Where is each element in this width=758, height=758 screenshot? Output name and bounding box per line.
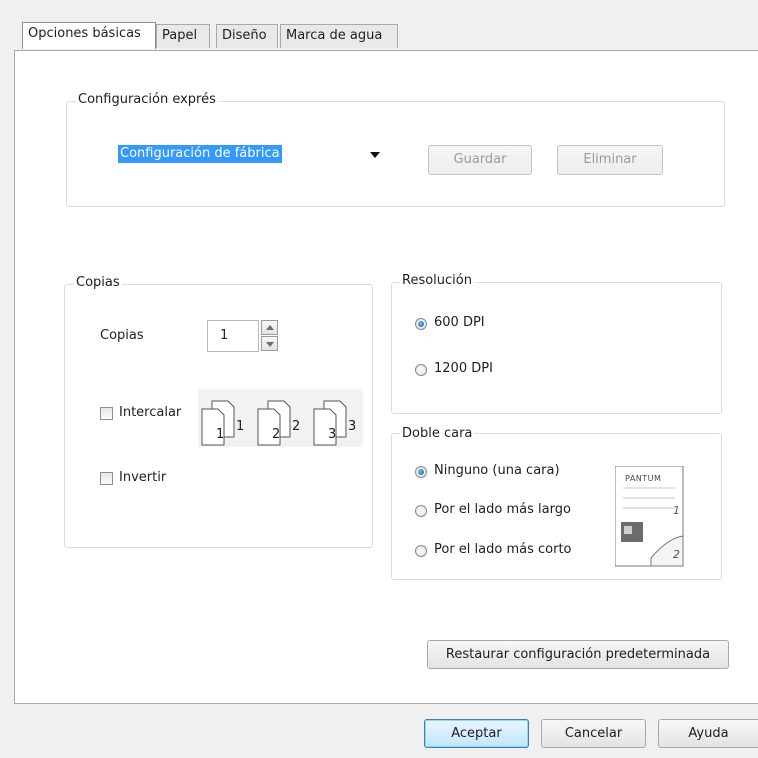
collate-page-label: 1 [216,427,225,442]
express-config-legend: Configuración exprés [76,92,218,107]
reverse-checkbox[interactable] [100,472,113,485]
collate-page-label: 2 [292,419,301,434]
stepper-up-button[interactable] [261,320,278,335]
collate-preview: 1 1 2 2 3 3 [198,389,363,447]
copies-count-value: 1 [220,328,229,343]
collate-page-label: 2 [272,427,281,442]
preview-page-number: 1 [673,504,680,517]
duplex-long-edge-label: Por el lado más largo [434,502,571,517]
preview-page-number: 2 [673,548,680,561]
duplex-preview: PANTUM 1 2 [615,466,685,568]
copies-stepper[interactable] [261,320,284,351]
resolution-legend: Resolución [400,273,474,288]
collate-checkbox[interactable] [100,407,113,420]
tab-label: Diseño [222,28,267,43]
duplex-none-label: Ninguno (una cara) [434,463,560,478]
copies-legend: Copias [74,275,122,290]
tab-label: Opciones básicas [28,26,141,41]
tab-layout[interactable]: Diseño [216,24,278,48]
preview-brand-logo: PANTUM [625,474,662,483]
tab-paper[interactable]: Papel [156,24,210,48]
collate-page-label: 3 [328,427,337,442]
ok-button[interactable]: Aceptar [424,719,529,748]
resolution-1200-radio[interactable] [415,364,427,376]
duplex-legend: Doble cara [400,426,475,441]
arrow-down-icon [266,342,274,347]
resolution-group [391,282,722,414]
save-button[interactable]: Guardar [428,145,532,175]
tab-watermark[interactable]: Marca de agua [280,24,398,48]
help-button[interactable]: Ayuda [658,719,758,748]
copies-count-label: Copias [100,328,144,343]
tab-bar: Opciones básicas Papel Diseño Marca de a… [22,22,758,51]
duplex-short-edge-label: Por el lado más corto [434,542,572,557]
resolution-600-label: 600 DPI [434,315,485,330]
resolution-1200-label: 1200 DPI [434,361,493,376]
stepper-down-button[interactable] [261,336,278,351]
collate-page-label: 3 [348,419,357,434]
tab-label: Papel [162,28,198,43]
tab-basic-options[interactable]: Opciones básicas [22,22,156,49]
resolution-600-radio[interactable] [415,318,427,330]
collate-page-label: 1 [236,419,245,434]
cancel-button[interactable]: Cancelar [541,719,646,748]
tab-label: Marca de agua [286,28,383,43]
reverse-label: Invertir [119,470,167,485]
express-config-selected-value: Configuración de fábrica [118,145,282,163]
collate-label: Intercalar [119,405,182,420]
express-config-select[interactable]: Configuración de fábrica [114,143,386,167]
delete-button[interactable]: Eliminar [557,145,663,175]
restore-defaults-button[interactable]: Restaurar configuración predeterminada [427,640,729,669]
duplex-none-radio[interactable] [415,466,427,478]
chevron-down-icon[interactable] [370,152,380,158]
arrow-up-icon [266,325,274,330]
duplex-long-edge-radio[interactable] [415,505,427,517]
copies-count-input[interactable]: 1 [207,320,259,352]
duplex-short-edge-radio[interactable] [415,545,427,557]
